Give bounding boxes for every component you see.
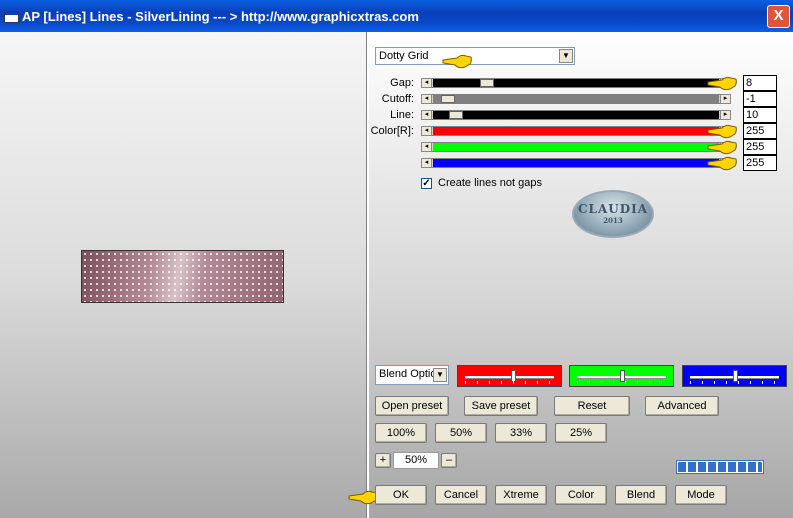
arrow-left-icon[interactable]: ◂ [421, 126, 432, 136]
hand-pointer-icon [707, 156, 737, 171]
mode-button[interactable]: Mode [675, 485, 727, 505]
blend-slider-line [465, 376, 554, 379]
blend-slider-ticks [690, 381, 779, 384]
arrow-left-icon[interactable]: ◂ [421, 94, 432, 104]
slider-value-field[interactable]: 255 [743, 139, 777, 155]
blend-select-value: Blend Optio [379, 368, 437, 380]
control-panel: Dotty Grid ▼ Gap:◂▸8Cutoff:◂▸-1Line:◂▸10… [348, 32, 793, 518]
blend-options-select[interactable]: Blend Optio ▼ [375, 365, 449, 385]
zoom-50-button[interactable]: 50% [435, 423, 487, 443]
slider-track[interactable]: ◂▸ [421, 142, 731, 152]
preview-pane [0, 32, 366, 518]
color-button[interactable]: Color [555, 485, 607, 505]
progress-bar [676, 460, 764, 474]
zoom-33-button[interactable]: 33% [495, 423, 547, 443]
slider-fill [433, 111, 719, 119]
arrow-right-icon[interactable]: ▸ [720, 110, 731, 120]
hand-pointer-icon [707, 76, 737, 91]
window-icon [4, 11, 19, 23]
slider-value-field[interactable]: -1 [743, 91, 777, 107]
slider-thumb[interactable] [441, 95, 456, 103]
slider-label: Color[R]: [370, 125, 414, 137]
blend-color-slider[interactable] [682, 365, 787, 387]
title-bar: AP [Lines] Lines - SilverLining --- > ht… [0, 0, 793, 32]
slider-fill [433, 159, 719, 167]
hand-pointer-icon [442, 54, 472, 69]
slider-value-field[interactable]: 255 [743, 123, 777, 139]
blend-slider-ticks [465, 381, 554, 384]
slider-fill [433, 79, 719, 87]
zoom-in-button[interactable]: + [375, 453, 391, 468]
zoom-100-button[interactable]: 100% [375, 423, 427, 443]
slider-label: Cutoff: [381, 93, 414, 105]
close-button[interactable]: X [767, 5, 790, 28]
slider-value-field[interactable]: 10 [743, 107, 777, 123]
zoom-25-button[interactable]: 25% [555, 423, 607, 443]
blend-color-slider[interactable] [457, 365, 562, 387]
mode-select[interactable]: Dotty Grid ▼ [375, 47, 575, 65]
preview-image [81, 250, 284, 303]
mode-select-value: Dotty Grid [379, 50, 429, 62]
zoom-out-button[interactable]: – [441, 453, 457, 468]
slider-track[interactable]: ◂▸ [421, 94, 731, 104]
slider-track[interactable]: ◂▸ [421, 78, 731, 88]
arrow-left-icon[interactable]: ◂ [421, 142, 432, 152]
slider-thumb[interactable] [449, 111, 464, 119]
cancel-button[interactable]: Cancel [435, 485, 487, 505]
advanced-button[interactable]: Advanced [645, 396, 719, 416]
slider-fill [433, 95, 719, 103]
slider-track[interactable]: ◂▸ [421, 158, 731, 168]
chevron-down-icon[interactable]: ▼ [433, 368, 447, 382]
create-lines-checkbox[interactable]: ✓ [421, 178, 432, 189]
open-preset-button[interactable]: Open preset [375, 396, 449, 416]
claudia-logo: CLAUDIA 2013 [572, 190, 654, 238]
save-preset-button[interactable]: Save preset [464, 396, 538, 416]
logo-text: CLAUDIA [577, 202, 649, 216]
slider-track[interactable]: ◂▸ [421, 110, 731, 120]
arrow-right-icon[interactable]: ▸ [720, 94, 731, 104]
progress-fill [678, 462, 762, 472]
slider-fill [433, 127, 719, 135]
blend-color-slider[interactable] [569, 365, 674, 387]
slider-label: Gap: [390, 77, 414, 89]
slider-thumb[interactable] [479, 79, 494, 87]
arrow-left-icon[interactable]: ◂ [421, 78, 432, 88]
arrow-left-icon[interactable]: ◂ [421, 158, 432, 168]
slider-value-field[interactable]: 8 [743, 75, 777, 91]
create-lines-label: Create lines not gaps [438, 177, 542, 189]
chevron-down-icon[interactable]: ▼ [559, 49, 573, 63]
slider-value-field[interactable]: 255 [743, 155, 777, 171]
blend-button[interactable]: Blend [615, 485, 667, 505]
reset-button[interactable]: Reset [554, 396, 630, 416]
logo-subtext: 2013 [603, 216, 623, 225]
blend-slider-ticks [577, 381, 666, 384]
slider-label: Line: [390, 109, 414, 121]
ok-button[interactable]: OK [375, 485, 427, 505]
window-title: AP [Lines] Lines - SilverLining --- > ht… [22, 9, 419, 24]
zoom-value-field[interactable]: 50% [393, 452, 439, 469]
slider-track[interactable]: ◂▸ [421, 126, 731, 136]
arrow-left-icon[interactable]: ◂ [421, 110, 432, 120]
xtreme-button[interactable]: Xtreme [495, 485, 547, 505]
slider-fill [433, 143, 719, 151]
